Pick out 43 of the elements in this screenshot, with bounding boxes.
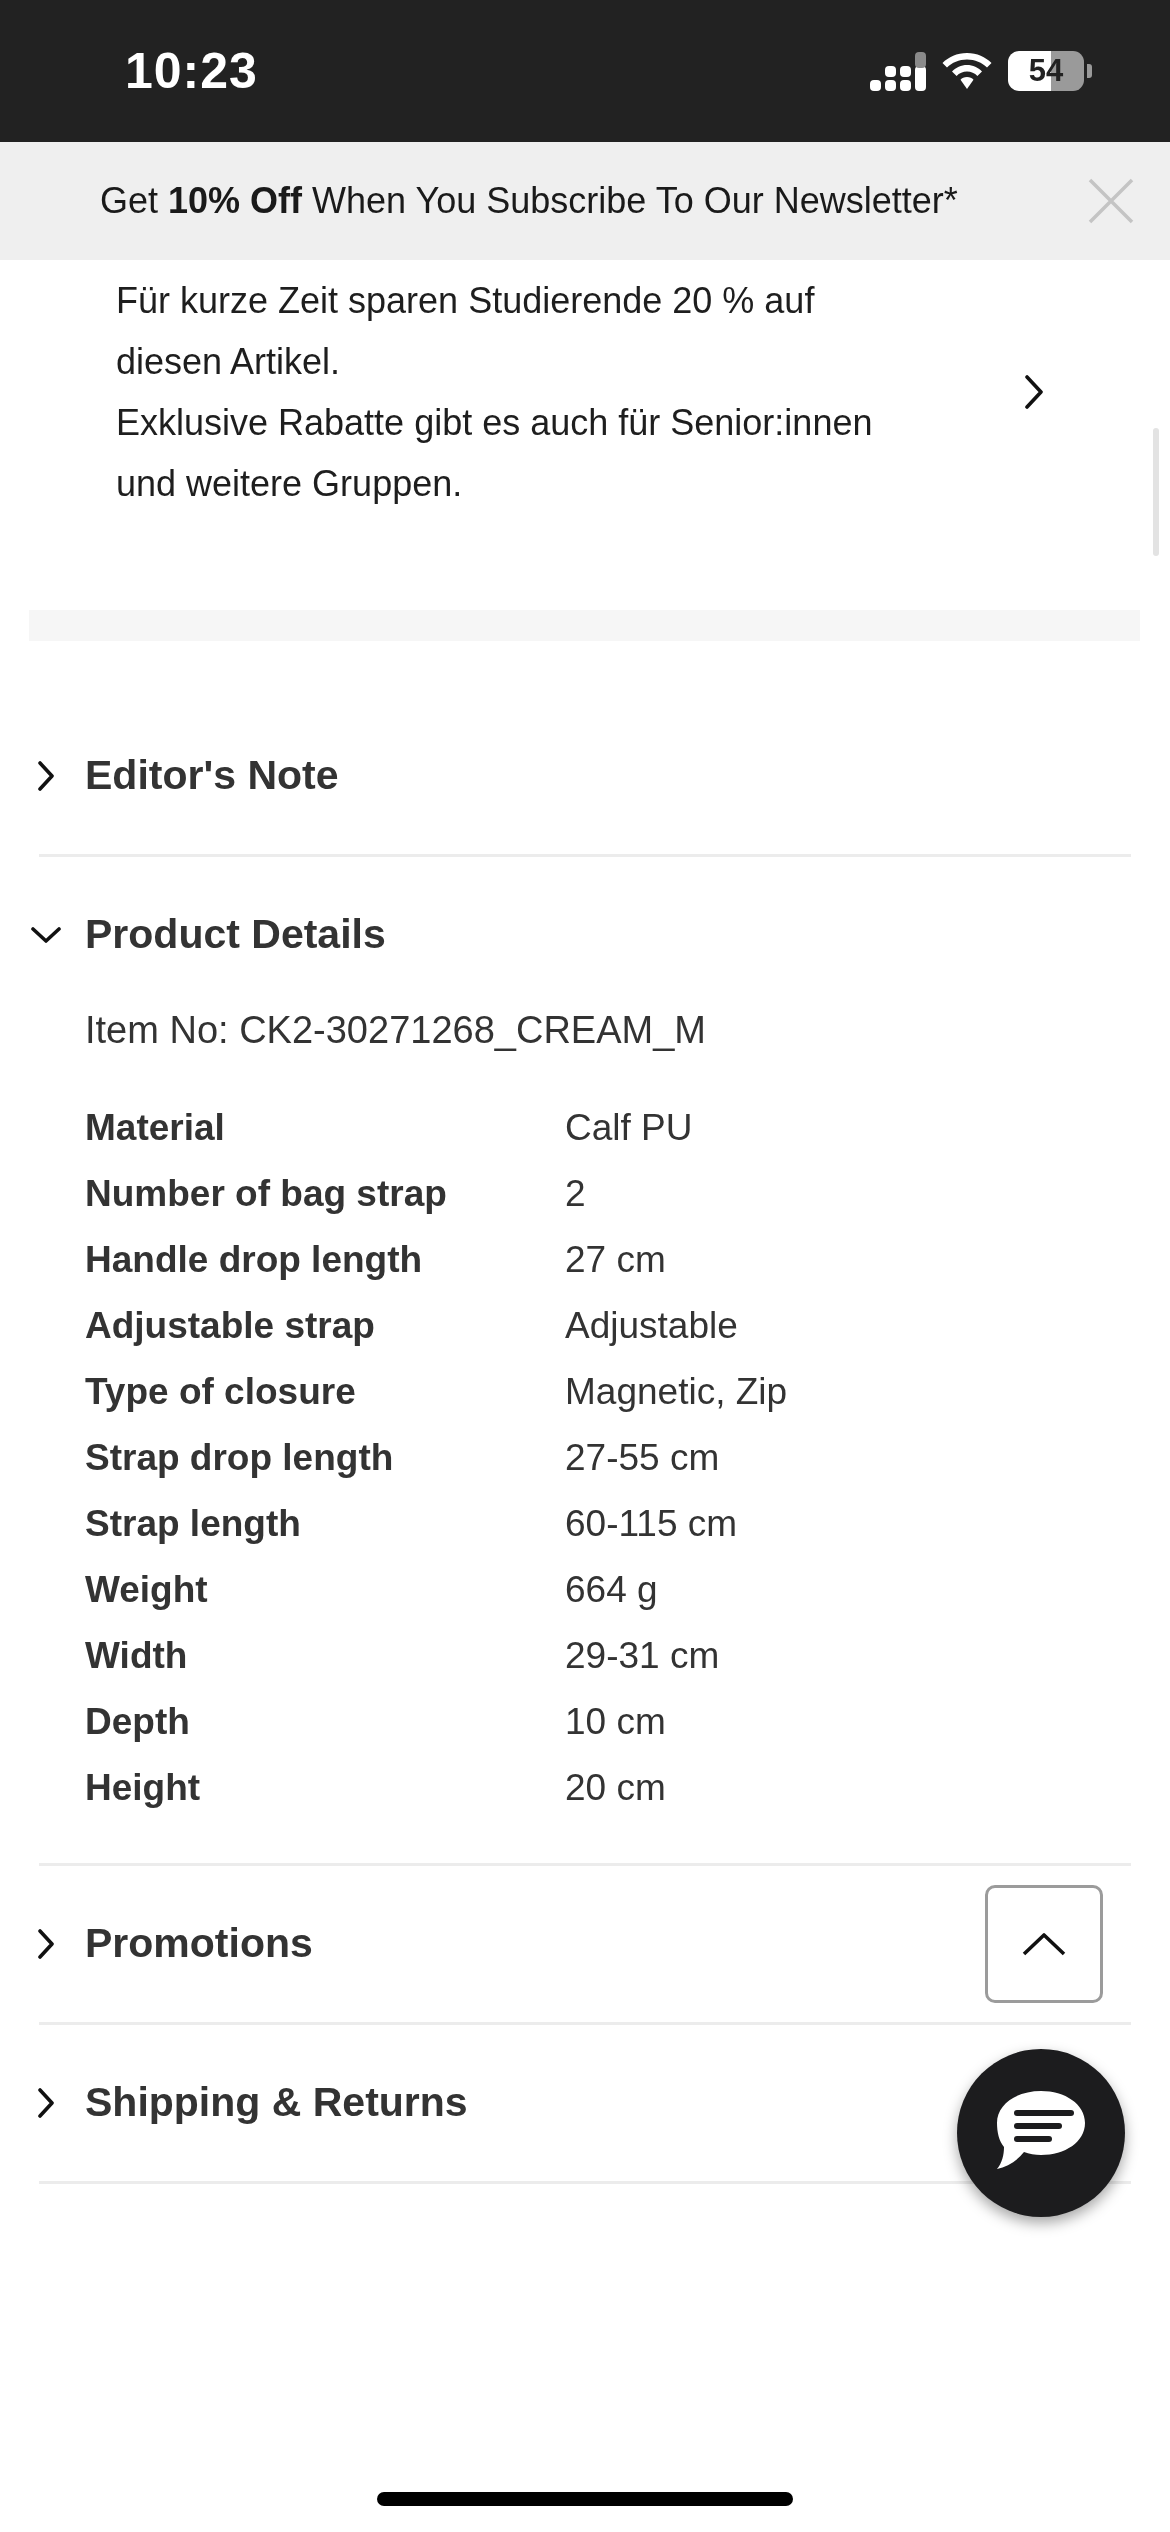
accordion-header[interactable]: Editor's Note <box>30 739 339 813</box>
chat-button[interactable] <box>957 2049 1125 2217</box>
discount-info-text: Exklusive Rabatte gibt es auch für Senior:innen und weitere Gruppen. <box>116 401 874 506</box>
chevron-right-icon <box>37 1929 54 1959</box>
spec-value: Magnetic, Zip <box>565 1370 788 1415</box>
spec-label: Width <box>85 1634 189 1679</box>
accordion-header[interactable]: Product Details <box>30 898 386 972</box>
spec-value: Adjustable <box>565 1304 738 1349</box>
spec-value: 29-31 cm <box>565 1634 720 1679</box>
spec-label: Height <box>85 1766 202 1811</box>
spec-label: Strap drop length <box>85 1436 395 1481</box>
spec-label: Depth <box>85 1700 191 1745</box>
spec-label: Strap length <box>85 1502 302 1547</box>
discount-info-text: Für kurze Zeit sparen Studierende 20 % auf diesen Artikel. <box>116 279 816 384</box>
battery-indicator: 54 <box>1008 51 1092 91</box>
chevron-up-icon <box>1022 1932 1066 1956</box>
chevron-right-icon <box>37 2088 54 2118</box>
spec-value: Calf PU <box>565 1106 693 1151</box>
close-icon <box>1088 178 1134 224</box>
chevron-right-icon[interactable] <box>1025 375 1043 409</box>
scroll-to-top-button[interactable] <box>985 1885 1103 2003</box>
spec-value: 27 cm <box>565 1238 666 1283</box>
spec-label: Weight <box>85 1568 209 1613</box>
accordion-header[interactable]: Promotions <box>30 1907 313 1981</box>
spec-label: Number of bag strap <box>85 1172 448 1217</box>
item-number-text: Item No: CK2-30271268_CREAM_M <box>85 1008 707 1053</box>
spec-value: 10 cm <box>565 1700 666 1745</box>
spec-value: 2 <box>565 1172 586 1217</box>
spec-label: Material <box>85 1106 226 1151</box>
spec-value: 27-55 cm <box>565 1436 720 1481</box>
signal-icon <box>870 51 926 91</box>
newsletter-offer-text: Get 10% Off When You Subscribe To Our Newsletter* <box>100 179 958 223</box>
chevron-down-icon <box>30 927 61 943</box>
spec-value: 60-115 cm <box>565 1502 738 1547</box>
status-time: 10:23 <box>125 41 258 101</box>
chevron-right-icon <box>37 761 54 791</box>
wifi-icon <box>942 53 992 89</box>
spec-value: 664 g <box>565 1568 658 1613</box>
spec-value: 20 cm <box>565 1766 666 1811</box>
spec-label: Handle drop length <box>85 1238 424 1283</box>
spec-label: Type of closure <box>85 1370 357 1415</box>
spec-label: Adjustable strap <box>85 1304 376 1349</box>
accordion-header[interactable]: Shipping & Returns <box>30 2066 468 2140</box>
